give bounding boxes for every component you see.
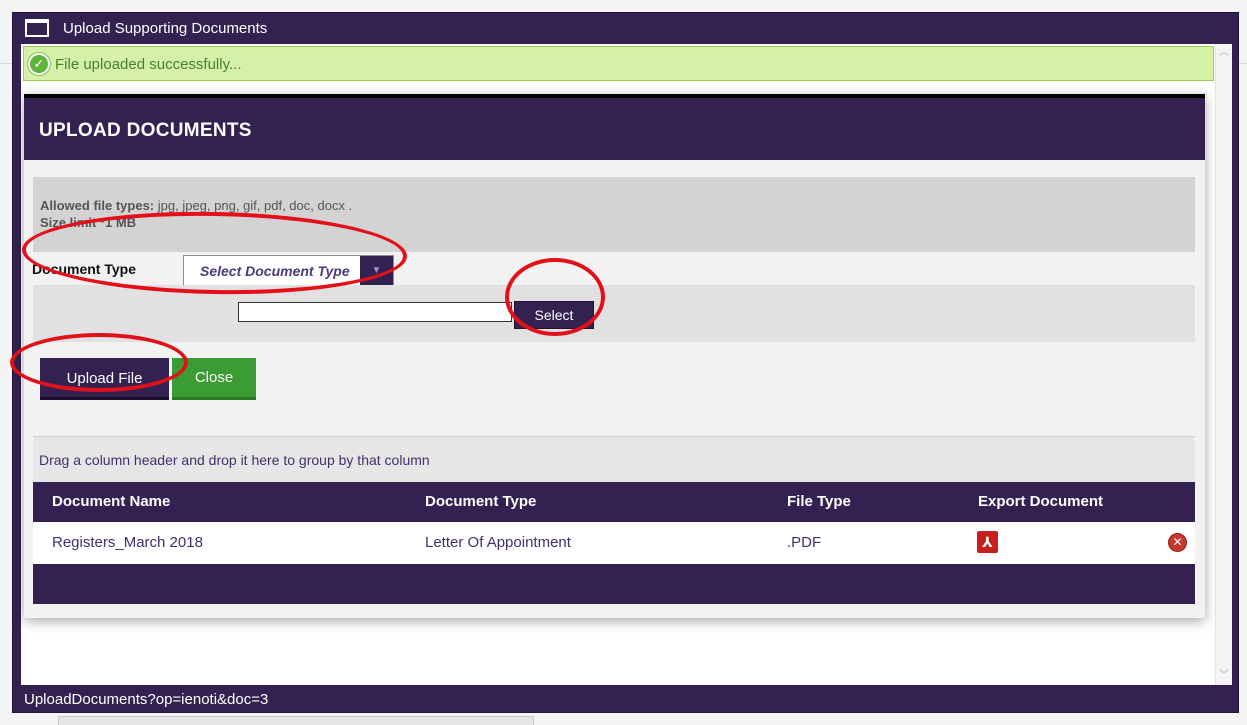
- pdf-icon[interactable]: ⅄: [977, 531, 998, 553]
- background-field: [58, 716, 534, 725]
- upload-window: Upload Supporting Documents ✓ File uploa…: [12, 12, 1239, 713]
- chevron-down-icon[interactable]: ▼: [360, 256, 393, 285]
- allowed-types-value: jpg, jpeg, png, gif, pdf, doc, docx .: [157, 198, 353, 213]
- upload-file-button[interactable]: Upload File: [40, 358, 169, 400]
- window-statusbar: UploadDocuments?op=ienoti&doc=3: [13, 686, 1238, 713]
- success-banner: ✓ File uploaded successfully...: [23, 46, 1214, 81]
- document-type-value: Select Document Type: [200, 263, 350, 279]
- column-header-export-document[interactable]: Export Document: [978, 493, 1103, 510]
- group-by-panel[interactable]: Drag a column header and drop it here to…: [33, 436, 1195, 482]
- window-icon: [25, 19, 49, 37]
- cell-document-name: Registers_March 2018: [52, 534, 203, 551]
- checkmark-icon: ✓: [28, 53, 50, 75]
- group-by-hint: Drag a column header and drop it here to…: [39, 452, 430, 468]
- delete-icon[interactable]: ✕: [1169, 534, 1186, 551]
- allowed-file-types: Allowed file types: jpg, jpeg, png, gif,…: [40, 198, 352, 213]
- document-type-select[interactable]: Select Document Type ▼: [183, 255, 394, 286]
- scroll-up-icon[interactable]: ︿: [1218, 47, 1230, 59]
- close-button[interactable]: Close: [172, 358, 256, 400]
- allowed-types-label: Allowed file types:: [40, 198, 155, 213]
- table-row[interactable]: Registers_March 2018 Letter Of Appointme…: [33, 522, 1195, 564]
- grid-header: Document Name Document Type File Type Ex…: [33, 482, 1195, 522]
- column-header-document-name[interactable]: Document Name: [52, 493, 170, 510]
- vertical-scrollbar[interactable]: ︿ ﹀: [1215, 44, 1232, 685]
- cell-file-type: .PDF: [787, 534, 822, 551]
- select-file-button[interactable]: Select: [514, 301, 594, 329]
- success-message: File uploaded successfully...: [55, 56, 242, 73]
- size-limit: Size limit *1 MB: [40, 215, 137, 230]
- column-header-file-type[interactable]: File Type: [787, 493, 851, 510]
- dialog-body: Allowed file types: jpg, jpeg, png, gif,…: [32, 177, 1195, 604]
- file-info-block: Allowed file types: jpg, jpeg, png, gif,…: [33, 177, 1195, 252]
- status-url: UploadDocuments?op=ienoti&doc=3: [24, 691, 269, 708]
- file-path-input[interactable]: [238, 302, 512, 322]
- background-divider: [1239, 63, 1247, 64]
- grid-footer: [33, 564, 1195, 604]
- dialog-header: UPLOAD DOCUMENTS: [24, 94, 1205, 160]
- dialog-title: UPLOAD DOCUMENTS: [39, 120, 252, 141]
- scroll-down-icon[interactable]: ﹀: [1218, 670, 1230, 682]
- file-picker-row: Select: [33, 285, 1195, 342]
- window-content: ✓ File uploaded successfully... UPLOAD D…: [21, 44, 1232, 685]
- background-divider: [0, 63, 12, 64]
- document-type-label: Document Type: [32, 261, 136, 277]
- window-titlebar[interactable]: Upload Supporting Documents: [13, 13, 1238, 43]
- cell-document-type: Letter Of Appointment: [425, 534, 571, 551]
- window-title: Upload Supporting Documents: [63, 20, 268, 37]
- document-type-row: Document Type Select Document Type ▼: [32, 252, 1195, 286]
- upload-dialog: UPLOAD DOCUMENTS Allowed file types: jpg…: [24, 94, 1205, 618]
- column-header-document-type[interactable]: Document Type: [425, 493, 536, 510]
